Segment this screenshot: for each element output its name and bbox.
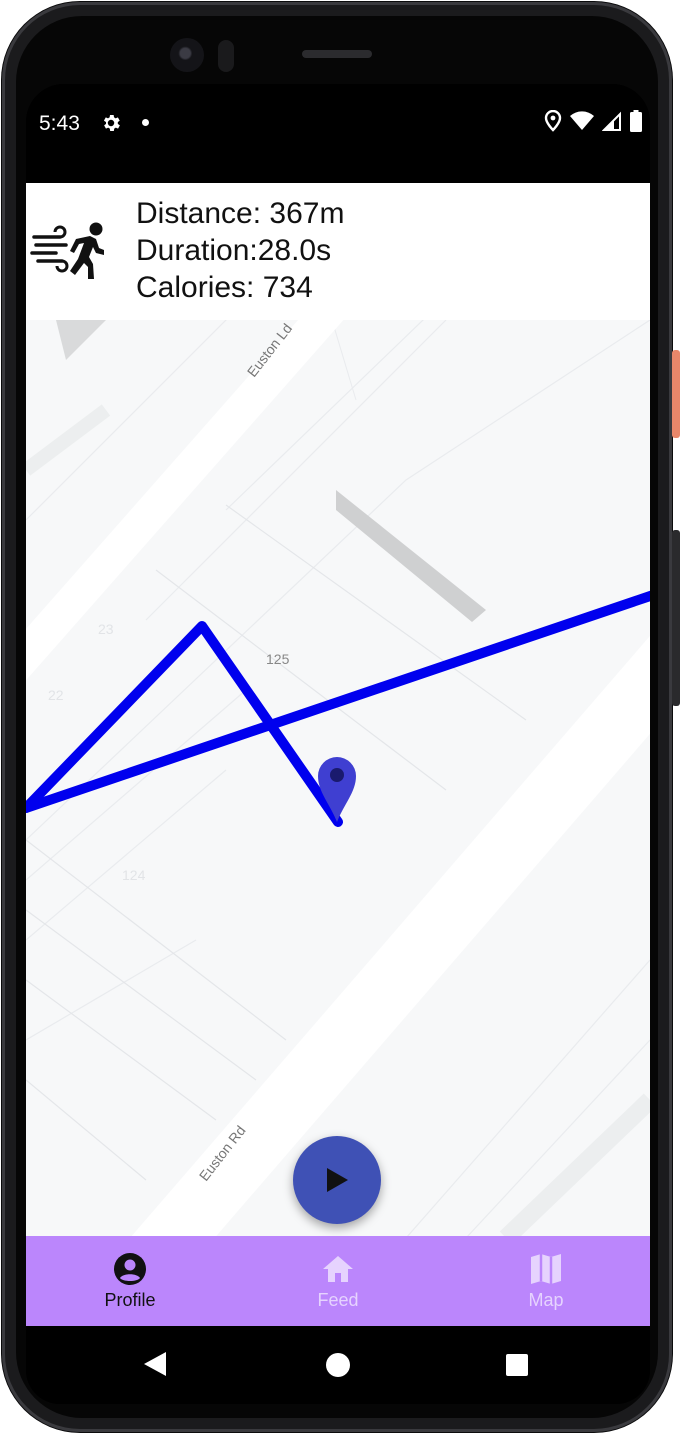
nav-item-profile[interactable]: Profile	[26, 1236, 234, 1326]
distance-text: Distance: 367m	[136, 197, 345, 230]
building-shadow	[336, 490, 486, 622]
front-camera	[170, 38, 204, 72]
stats-panel: Distance: 367m Duration:28.0s Calories: …	[26, 183, 650, 320]
wifi-icon	[570, 111, 594, 130]
building-number-23: 23	[98, 621, 114, 637]
screen: 5:43 Distance: 367m Duration:28.0s Calor…	[26, 84, 650, 1404]
account-circle-icon	[114, 1253, 146, 1285]
recents-icon[interactable]	[506, 1354, 528, 1376]
status-icons	[544, 110, 642, 132]
street-euston-rd	[129, 635, 650, 1238]
system-navigation-bar	[26, 1326, 650, 1404]
volume-button	[672, 530, 680, 706]
status-bar: 5:43	[26, 84, 650, 183]
map-view[interactable]: Euston Ld Euston Rd 125 23 22 124	[26, 320, 650, 1238]
calories-text: Calories: 734	[136, 271, 313, 304]
sensor	[218, 40, 234, 72]
building-shadow-2	[56, 320, 106, 360]
nav-item-map[interactable]: Map	[442, 1236, 650, 1326]
status-time: 5:43	[39, 112, 80, 135]
play-icon	[327, 1168, 348, 1192]
play-button[interactable]	[293, 1136, 381, 1224]
battery-icon	[630, 110, 642, 132]
building-number-124: 124	[122, 867, 146, 883]
nav-label-feed: Feed	[317, 1290, 359, 1310]
map-pin-icon[interactable]	[318, 757, 356, 822]
map-canvas[interactable]: Euston Ld Euston Rd 125 23 22 124	[26, 320, 650, 1238]
map-icon	[531, 1254, 561, 1284]
back-icon[interactable]	[144, 1352, 166, 1376]
earpiece-speaker	[302, 50, 372, 58]
street-side-2	[499, 1093, 650, 1238]
nav-item-feed[interactable]: Feed	[234, 1236, 442, 1326]
signal-icon	[602, 111, 621, 131]
stats-text: Distance: 367m Duration:28.0s Calories: …	[136, 195, 344, 306]
home-icon	[323, 1256, 353, 1282]
nav-label-profile: Profile	[104, 1290, 156, 1310]
nav-label-map: Map	[528, 1290, 564, 1310]
home-circle-icon[interactable]	[326, 1353, 350, 1377]
duration-text: Duration:28.0s	[136, 234, 332, 267]
location-icon	[544, 110, 562, 132]
building-number-22: 22	[48, 687, 64, 703]
runner-icon	[30, 222, 104, 279]
power-button	[672, 350, 680, 438]
bottom-navigation: Profile Feed Map	[26, 1236, 650, 1326]
street-side	[26, 404, 111, 476]
building-number-125: 125	[266, 651, 290, 667]
gear-icon	[103, 115, 120, 131]
notification-dot	[142, 119, 149, 126]
